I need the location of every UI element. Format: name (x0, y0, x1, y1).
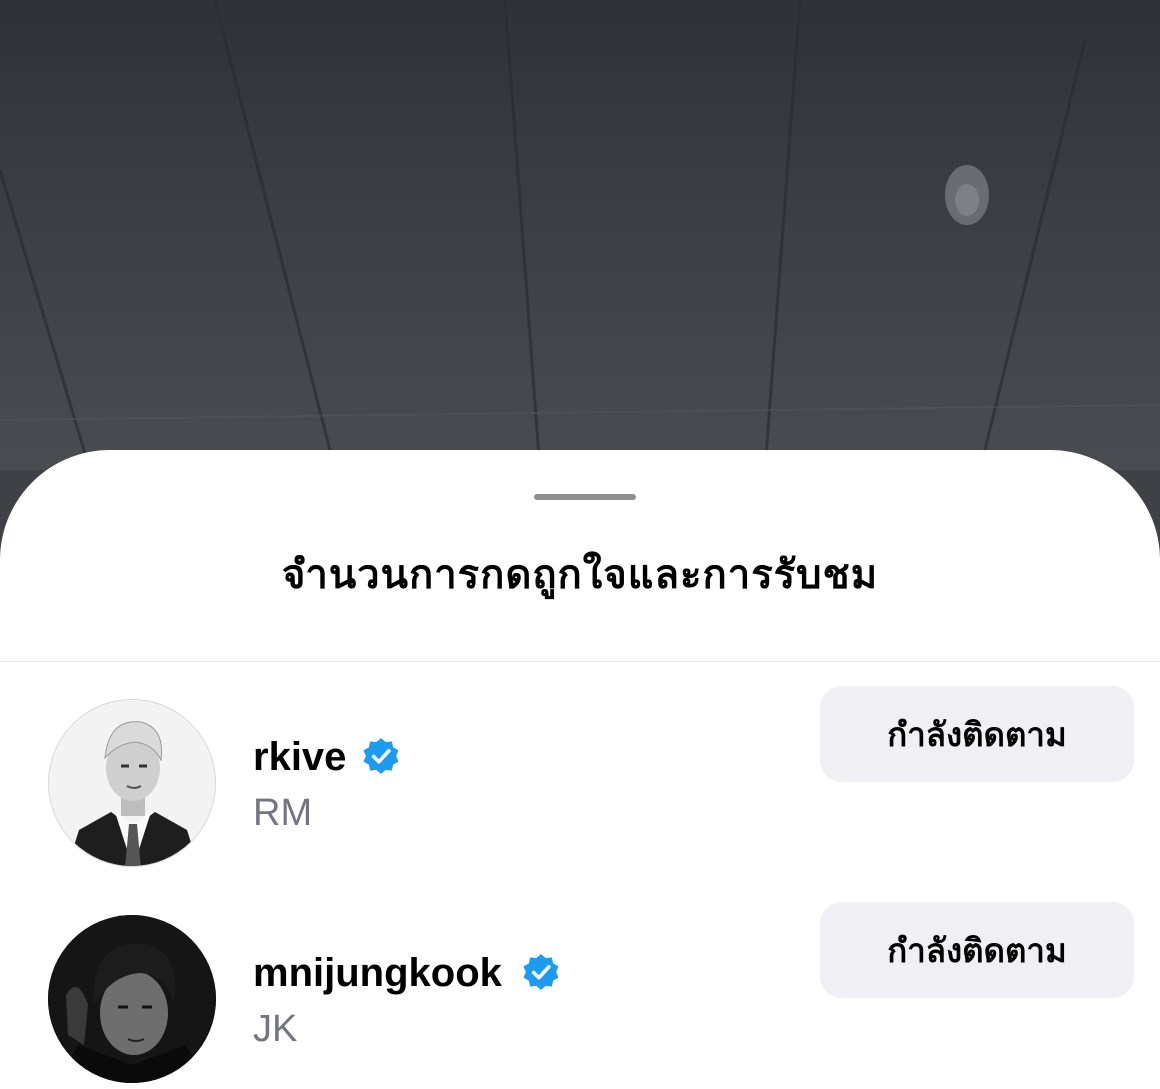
avatar[interactable] (48, 699, 216, 867)
sheet-grabber-handle[interactable] (534, 494, 636, 500)
likes-views-sheet: จำนวนการกดถูกใจและการรับชม rkive RM กำลั… (0, 450, 1160, 1089)
username[interactable]: rkive (253, 735, 346, 780)
full-name: RM (253, 792, 313, 834)
username[interactable]: mnijungkook (253, 951, 502, 996)
avatar[interactable] (48, 915, 216, 1083)
background-photo (0, 0, 1160, 470)
verified-badge-icon (523, 954, 559, 990)
divider (0, 661, 1160, 662)
full-name: JK (253, 1008, 298, 1050)
list-item[interactable]: rkive RM กำลังติดตาม (0, 686, 1160, 869)
sheet-title: จำนวนการกดถูกใจและการรับชม (281, 552, 879, 598)
following-button[interactable]: กำลังติดตาม (820, 686, 1134, 782)
verified-badge-icon (363, 738, 399, 774)
list-item[interactable]: mnijungkook JK กำลังติดตาม (0, 902, 1160, 1085)
following-button[interactable]: กำลังติดตาม (820, 902, 1134, 998)
